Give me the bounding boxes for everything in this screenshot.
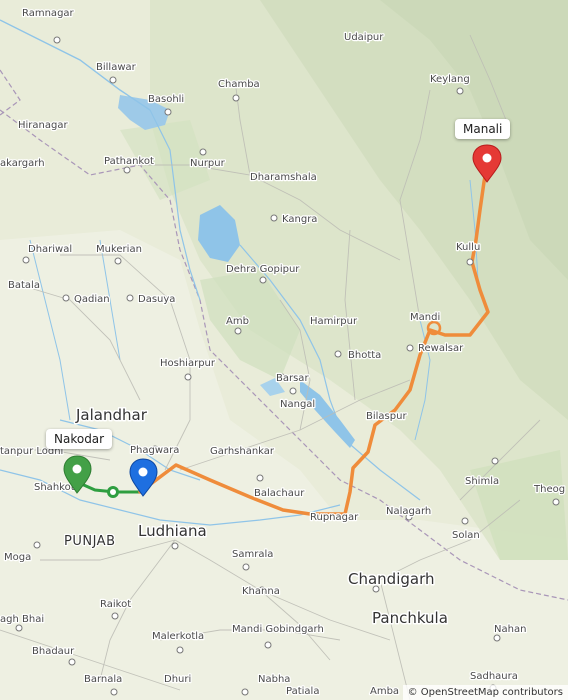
label-nabha: Nabha xyxy=(258,674,290,685)
pin-center-icon xyxy=(138,467,148,477)
label-nalagarh: Nalagarh xyxy=(386,506,431,517)
label-khanna: Khanna xyxy=(242,586,280,597)
label-basohli: Basohli xyxy=(148,94,184,105)
label-ramnagar: Ramnagar xyxy=(22,8,75,19)
label-malerkotla: Malerkotla xyxy=(152,631,204,642)
label-moga: Moga xyxy=(4,552,31,563)
map-attribution[interactable]: © OpenStreetMap contributors xyxy=(402,685,568,700)
label-dhuri: Dhuri xyxy=(164,674,191,685)
label-panchkula: Panchkula xyxy=(372,609,448,627)
label-phagwara: Phagwara xyxy=(130,445,179,456)
label-bilaspur: Bilaspur xyxy=(366,411,407,422)
label-qadian: Qadian xyxy=(74,294,110,305)
label-mukerian: Mukerian xyxy=(96,244,142,255)
label-solan: Solan xyxy=(452,530,480,541)
label-mandi: Mandi xyxy=(410,312,440,323)
label-raikot: Raikot xyxy=(100,599,131,610)
label-garhshankar: Garhshankar xyxy=(210,446,275,457)
label-keylang: Keylang xyxy=(430,74,470,85)
label-jalandhar: Jalandhar xyxy=(75,406,148,424)
label-akargarh: akargarh xyxy=(0,158,45,169)
label-theog: Theog xyxy=(533,484,565,495)
label-ludhiana: Ludhiana xyxy=(138,522,207,540)
label-nahan: Nahan xyxy=(494,624,526,635)
label-batala: Batala xyxy=(8,280,40,291)
label-balachaur: Balachaur xyxy=(254,488,305,499)
pin-center-icon xyxy=(72,464,82,474)
label-dharamshala: Dharamshala xyxy=(250,172,317,183)
label-pathankot: Pathankot xyxy=(104,156,154,167)
label-billawar: Billawar xyxy=(96,62,137,73)
label-dhariwal: Dhariwal xyxy=(28,244,72,255)
label-nurpur: Nurpur xyxy=(190,158,226,169)
label-barsar: Barsar xyxy=(276,373,309,384)
label-mandi-gobindgarh: Mandi Gobindgarh xyxy=(232,624,324,635)
label-punjab: PUNJAB xyxy=(64,534,116,549)
label-dasuya: Dasuya xyxy=(138,294,175,305)
label-sadhaura: Sadhaura xyxy=(470,671,518,682)
label-agh-bhai: agh Bhai xyxy=(0,614,44,625)
pin-center-icon xyxy=(482,153,492,163)
label-kangra: Kangra xyxy=(282,214,317,225)
label-rewalsar: Rewalsar xyxy=(418,343,464,354)
label-shimla: Shimla xyxy=(465,476,499,487)
toll-icon xyxy=(107,486,119,498)
label-bhadaur: Bhadaur xyxy=(32,646,75,657)
label-bhotta: Bhotta xyxy=(348,350,381,361)
label-udaipur: Udaipur xyxy=(344,32,384,43)
label-rupnagar: Rupnagar xyxy=(310,512,359,523)
label-shahkot: Shahkot xyxy=(34,482,75,493)
label-samrala: Samrala xyxy=(232,549,273,560)
label-chandigarh: Chandigarh xyxy=(348,570,435,588)
origin-label: Nakodar xyxy=(46,429,113,449)
label-hamirpur: Hamirpur xyxy=(310,316,358,327)
label-dehra-gopipur: Dehra Gopipur xyxy=(226,264,300,275)
label-hiranagar: Hiranagar xyxy=(18,120,68,131)
label-chamba: Chamba xyxy=(218,79,260,90)
label-kullu: Kullu xyxy=(456,242,480,253)
label-hoshiarpur: Hoshiarpur xyxy=(160,358,216,369)
label-ambala: Amba xyxy=(370,686,399,697)
label-nangal: Nangal xyxy=(280,399,315,410)
destination-label: Manali xyxy=(455,119,511,139)
map-canvas[interactable]: Ramnagar Udaipur Billawar Chamba Keylang… xyxy=(0,0,568,700)
label-patiala: Patiala xyxy=(286,686,319,697)
label-amb: Amb xyxy=(226,316,249,327)
label-barnala: Barnala xyxy=(84,674,122,685)
